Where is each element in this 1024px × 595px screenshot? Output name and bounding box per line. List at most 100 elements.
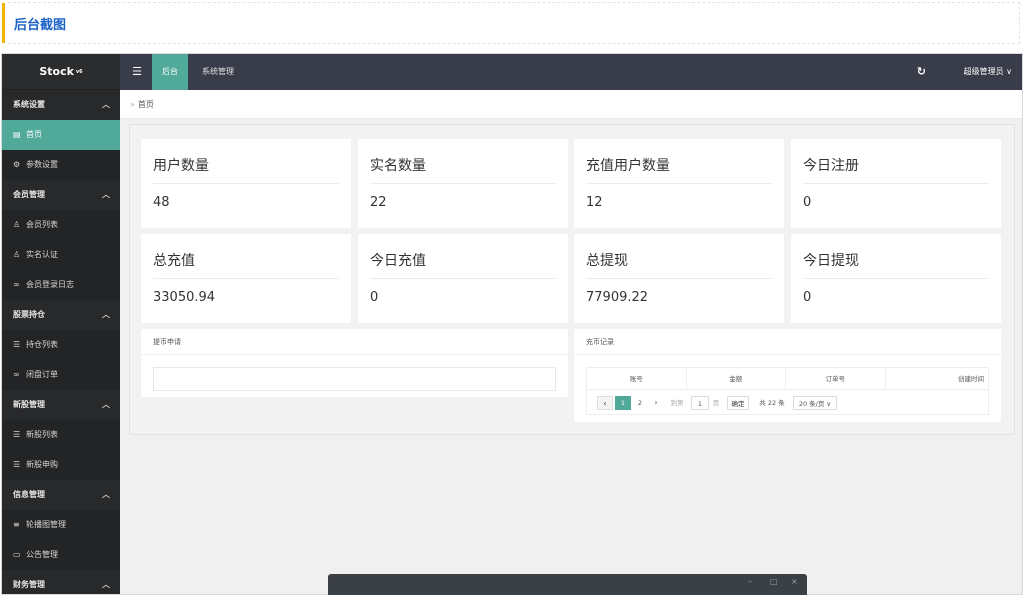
stat-value: 0 [370,290,379,305]
page-input[interactable]: 1 [691,396,709,410]
withdraw-table [153,367,556,391]
stat-divider [586,183,772,184]
sidebar-item-label: 公告管理 [26,550,58,559]
sidebar-item[interactable]: ≡ 轮播图管理 [2,510,120,540]
chevron-up-icon: ︿ [102,190,110,199]
sidebar-item[interactable]: ▭ 公告管理 [2,540,120,570]
dashboard-icon: ▤ [13,130,21,139]
sidebar-item-label: 轮播图管理 [26,520,66,529]
brand-version: v6 [75,69,83,75]
stat-divider [153,183,339,184]
top-navbar: ☰ 后台 系统管理 ↻ 超级管理员 ∨ [120,54,1022,90]
menu-toggle-icon[interactable]: ☰ [130,54,144,90]
sidebar-group[interactable]: 新股管理 ︿ [2,390,120,420]
sidebar-item-label: 参数设置 [26,160,58,169]
brand-logo[interactable]: Stock v6 [2,54,120,90]
gear-icon: ⚙ [13,160,21,169]
maximize-icon[interactable]: □ [770,577,778,586]
stat-divider [153,278,339,279]
breadcrumb: » 首页 [120,90,1022,119]
caption-accent-bar [2,3,5,43]
stat-value: 0 [803,290,812,305]
sidebar-item[interactable]: ☰ 新股申购 [2,450,120,480]
sidebar-item-label: 会员管理 [13,190,45,199]
confirm-page-button[interactable]: 确定 [727,396,749,410]
caption-strip: 后台截图 [0,0,1024,46]
stat-card-today-withdraw: 今日提现 0 [791,234,1001,323]
stat-value: 0 [803,195,812,210]
brand-name: Stock [39,65,74,78]
link-icon: ∞ [13,280,20,289]
chevron-up-icon: ︿ [102,580,110,589]
sidebar-item[interactable]: ⚙ 参数设置 [2,150,120,180]
page-size-select[interactable]: 20 条/页 ∨ [793,396,837,410]
goto-label: 到第 [670,399,684,407]
pagination: ‹ 1 2 › 到第 1 页 确定 共 22 条 20 条/页 ∨ [586,389,989,415]
stat-divider [586,278,772,279]
admin-app: Stock v6 系统设置 ︿ ▤ 首页 ⚙ 参数设置会员管理 ︿ ♙ 会员列表 ♙ 实名认证 ∞ 会员登… [1,53,1023,595]
stat-label: 今日提现 [803,253,859,269]
list-icon: ☰ [13,340,21,349]
sidebar-item-label: 会员列表 [26,220,58,229]
sidebar-item-label: 新股管理 [13,400,45,409]
stat-label: 实名数量 [370,158,426,174]
prev-page-button[interactable]: ‹ [597,396,613,410]
next-page-button[interactable]: › [649,396,663,410]
tab-home[interactable]: 后台 [152,54,188,90]
sidebar-item-label: 新股申购 [26,460,58,469]
sidebar-item-label: 新股列表 [26,430,58,439]
stat-divider [370,183,556,184]
stat-value: 48 [153,195,170,210]
page-button-2[interactable]: 2 [633,396,647,410]
user-menu[interactable]: 超级管理员 ∨ [964,54,1012,90]
sidebar-group[interactable]: 会员管理 ︿ [2,180,120,210]
close-icon[interactable]: × [791,577,798,586]
breadcrumb-arrow-icon: » [130,100,135,109]
menu-icon: ≡ [13,520,20,529]
floating-window-bar[interactable]: – □ × [328,574,807,595]
stat-card-total-recharge: 总充值 33050.94 [141,234,351,323]
main-content: 用户数量 48 实名数量 22 充值用户数量 12 今日注册 0 总充值 330… [120,119,1022,594]
withdraw-request-card: 提币申请 [141,329,568,397]
page-unit-label: 页 [712,399,720,407]
sidebar-item-label: 财务管理 [13,580,45,589]
tab-system-management[interactable]: 系统管理 [192,54,244,90]
sidebar-item[interactable]: ☰ 持仓列表 [2,330,120,360]
sidebar-item[interactable]: ▤ 首页 [2,120,120,150]
minimize-icon[interactable]: – [748,577,752,586]
sidebar-item-label: 股票持仓 [13,310,45,319]
breadcrumb-home[interactable]: 首页 [138,100,154,109]
stat-card-total-withdraw: 总提现 77909.22 [574,234,784,323]
sidebar-item[interactable]: ∞ 闭盘订单 [2,360,120,390]
sidebar-item[interactable]: ☰ 新股列表 [2,420,120,450]
caption-border [8,2,1020,44]
user-icon: ♙ [13,250,21,259]
sidebar-group[interactable]: 系统设置 ︿ [2,90,120,120]
stat-card-recharge-users: 充值用户数量 12 [574,139,784,228]
page-button-1[interactable]: 1 [615,396,631,410]
card-title: 提币申请 [141,329,568,355]
chevron-up-icon: ︿ [102,490,110,499]
sidebar-item[interactable]: ♙ 实名认证 [2,240,120,270]
stat-label: 总提现 [586,253,628,269]
sidebar-item-label: 会员登录日志 [26,280,74,289]
dashboard-panel: 用户数量 48 实名数量 22 充值用户数量 12 今日注册 0 总充值 330… [129,124,1015,435]
link-icon: ∞ [13,370,20,379]
sidebar-group[interactable]: 信息管理 ︿ [2,480,120,510]
sidebar: Stock v6 系统设置 ︿ ▤ 首页 ⚙ 参数设置会员管理 ︿ ♙ 会员列表 ♙ 实名认证 ∞ 会员登… [2,54,120,594]
stat-label: 总充值 [153,253,195,269]
stat-value: 22 [370,195,387,210]
refresh-icon[interactable]: ↻ [917,54,926,90]
user-icon: ♙ [13,220,21,229]
stat-card-today-recharge: 今日充值 0 [358,234,568,323]
sidebar-item-label: 首页 [26,130,42,139]
stat-divider [803,278,989,279]
sidebar-item-label: 实名认证 [26,250,58,259]
window-icon: ▭ [13,550,21,559]
sidebar-menu: 系统设置 ︿ ▤ 首页 ⚙ 参数设置 会员管理 ︿ ♙ 会员列表 ♙ 实名认证 ∞ 会员登录日志 股票持仓 ︿… [2,90,120,594]
sidebar-item[interactable]: ∞ 会员登录日志 [2,270,120,300]
sidebar-item[interactable]: ♙ 会员列表 [2,210,120,240]
sidebar-group[interactable]: 股票持仓 ︿ [2,300,120,330]
stat-label: 今日注册 [803,158,859,174]
sidebar-group[interactable]: 财务管理 ︿ [2,570,120,594]
